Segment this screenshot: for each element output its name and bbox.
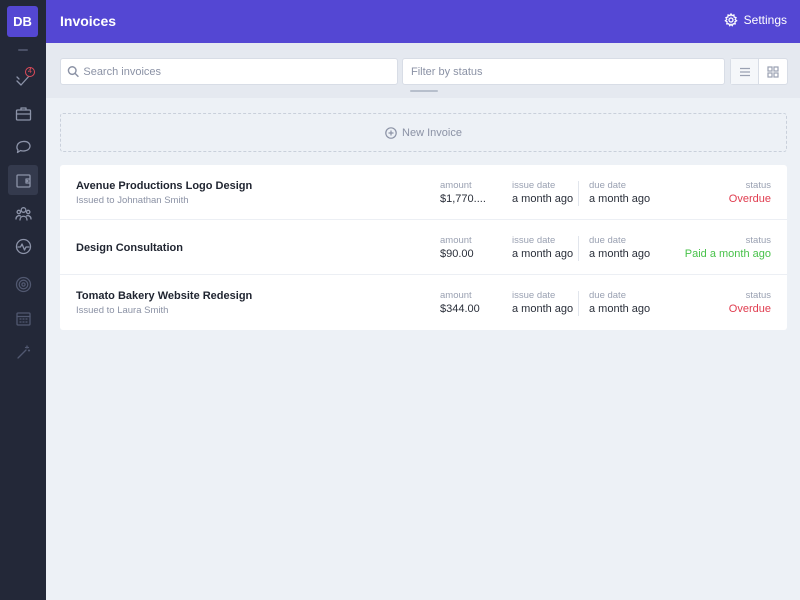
due-date-value: a month ago [589,303,651,315]
magic-wand-icon [16,344,30,359]
status-value: Paid a month ago [684,248,771,260]
briefcase-icon [15,106,31,121]
invoice-row[interactable]: Avenue Productions Logo Design Issued to… [60,165,787,220]
status-value: Overdue [728,193,771,205]
sidebar-item-messages[interactable] [8,131,38,161]
status-label: status [745,290,771,301]
invoice-list: Avenue Productions Logo Design Issued to… [60,165,787,330]
notification-badge: 4 [25,67,35,77]
search-input[interactable] [83,65,397,78]
invoice-client: Issued to Johnathan Smith [76,195,189,206]
activity-icon [15,238,31,254]
sidebar-item-tools[interactable] [8,337,38,367]
status-filter-input[interactable] [411,65,724,78]
sidebar-item-tasks[interactable]: 4 [8,64,38,94]
due-date-label: due date [589,290,626,301]
toolbar [46,43,800,98]
top-bar: Invoices Settings [46,0,800,43]
issue-date-value: a month ago [512,193,574,205]
new-invoice-button[interactable]: New Invoice [60,113,787,152]
app-logo[interactable]: DB [7,6,38,37]
amount-label: amount [440,290,472,301]
sidebar-item-goals[interactable] [8,269,38,299]
sidebar-item-activity[interactable] [8,231,38,261]
sidebar-item-projects[interactable] [8,98,38,128]
status-value: Overdue [728,303,771,315]
issue-date-label: issue date [512,180,556,191]
toolbar-drag-handle[interactable] [410,90,438,92]
plus-circle-icon [385,126,397,139]
status-label: status [745,180,771,191]
issue-date-label: issue date [512,235,556,246]
grid-icon [767,65,779,78]
view-toggle [730,58,788,85]
settings-button[interactable]: Settings [723,13,787,27]
amount-label: amount [440,235,472,246]
grid-view-button[interactable] [759,59,787,84]
sidebar-divider [18,49,28,51]
column-divider [578,236,579,261]
due-date-label: due date [589,180,626,191]
team-icon [14,206,32,221]
list-view-button[interactable] [731,59,760,84]
issue-date-value: a month ago [512,248,574,260]
invoice-title: Tomato Bakery Website Redesign [76,290,253,302]
amount-label: amount [440,180,472,191]
new-invoice-label: New Invoice [402,126,462,139]
due-date-value: a month ago [589,248,651,260]
invoice-row[interactable]: Design Consultation amount $90.00 issue … [60,220,787,275]
status-label: status [745,235,771,246]
sidebar-item-calendar[interactable] [8,303,38,333]
column-divider [578,181,579,206]
invoice-row[interactable]: Tomato Bakery Website Redesign Issued to… [60,275,787,330]
wallet-icon [15,173,31,188]
amount-value: $344.00 [440,303,480,315]
status-filter[interactable] [402,58,725,85]
page-title: Invoices [60,13,117,29]
calendar-icon [15,311,31,326]
chat-icon [15,140,31,153]
issue-date-label: issue date [512,290,556,301]
search-icon [67,66,79,78]
amount-value: $1,770.... [440,193,486,205]
settings-label: Settings [743,13,787,27]
sidebar-item-team[interactable] [8,198,38,228]
invoice-title: Avenue Productions Logo Design [76,180,253,192]
list-icon [739,67,750,76]
column-divider [578,291,579,316]
target-icon [15,276,31,292]
amount-value: $90.00 [440,248,474,260]
invoice-client: Issued to Laura Smith [76,305,169,316]
issue-date-value: a month ago [512,303,574,315]
search-box[interactable] [60,58,398,85]
gear-icon [723,13,738,27]
sidebar: DB 4 [0,0,46,600]
due-date-value: a month ago [589,193,651,205]
sidebar-item-invoices[interactable] [8,165,38,195]
due-date-label: due date [589,235,626,246]
invoice-title: Design Consultation [76,242,183,254]
